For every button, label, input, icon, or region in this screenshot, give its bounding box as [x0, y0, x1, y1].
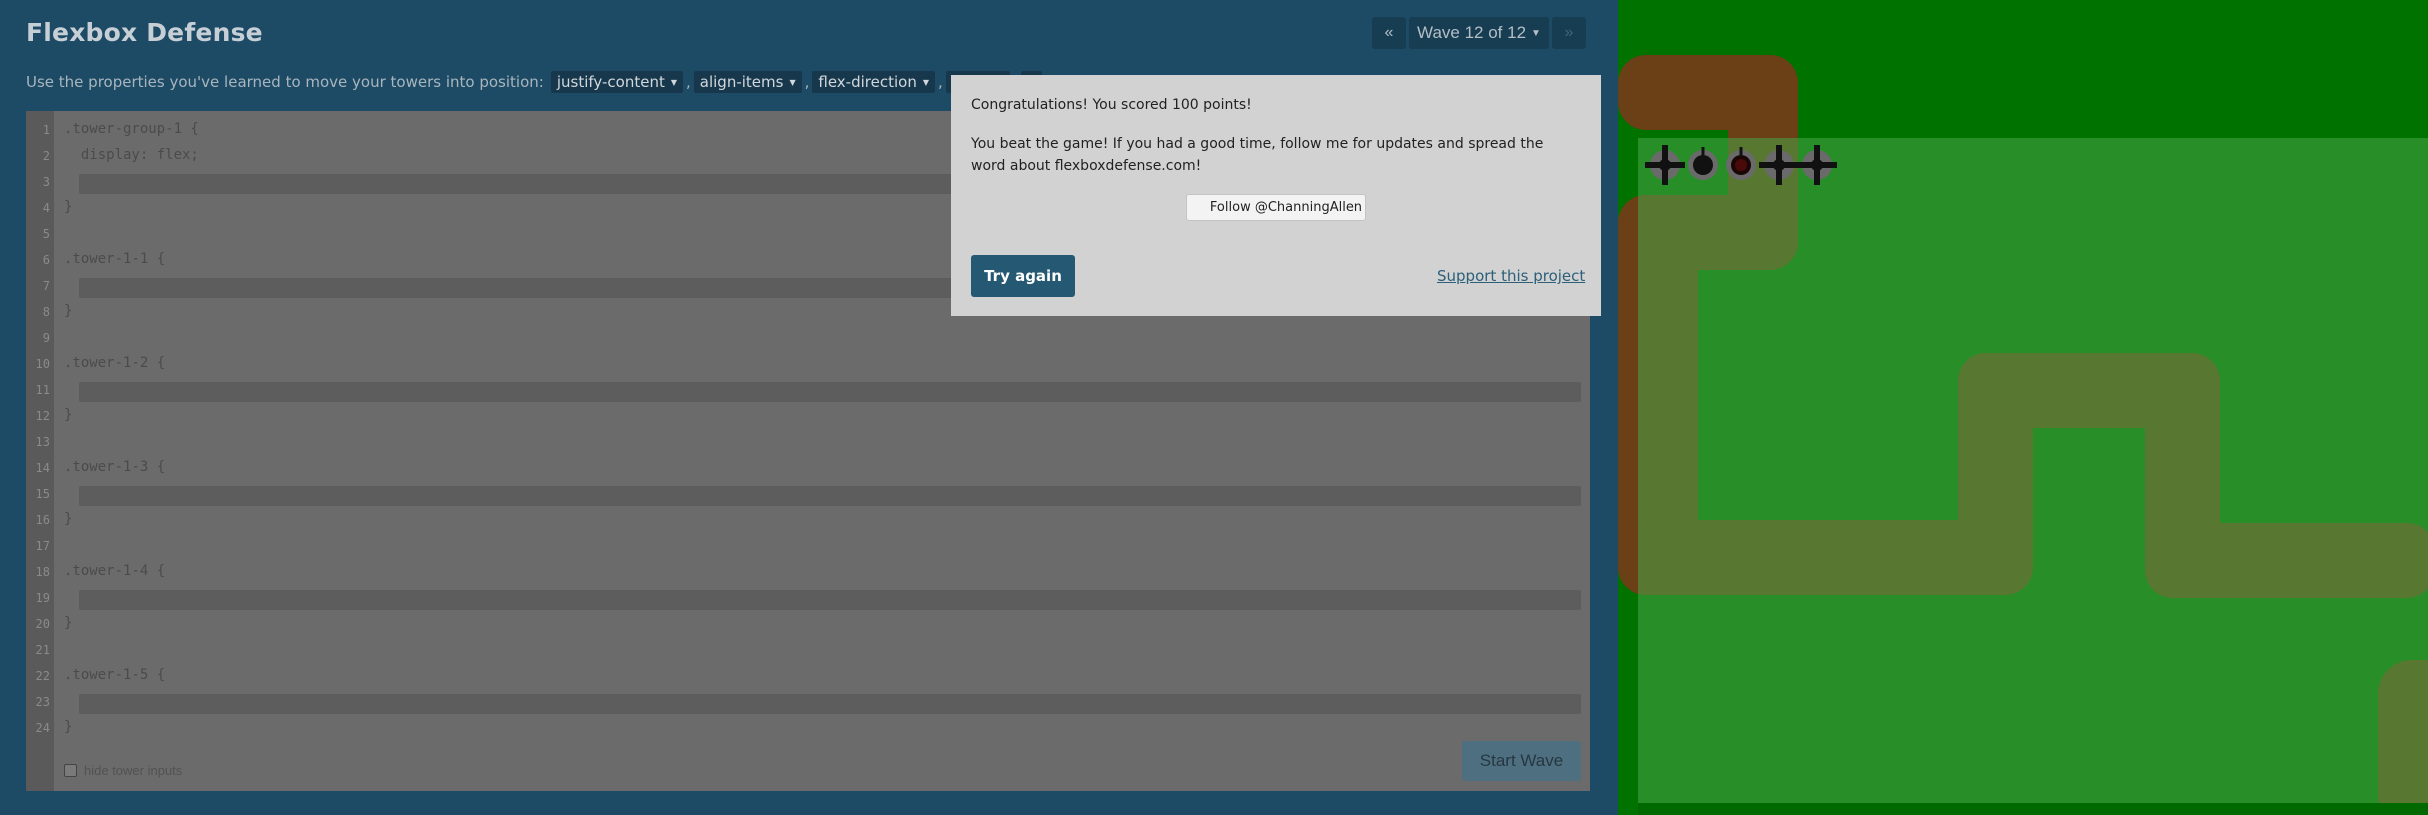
code-line: .tower-1-5 { [64, 667, 166, 683]
tower-1-3-input[interactable] [79, 486, 1581, 506]
line-number: 20 [35, 617, 50, 631]
board-graphics [1618, 55, 2428, 815]
wave-select-label: Wave 12 of 12 [1417, 23, 1527, 42]
board-bottom-strip [1638, 803, 2428, 815]
wave-select[interactable]: Wave 12 of 12 ▼ [1409, 17, 1549, 49]
instructions: Use the properties you've learned to mov… [26, 71, 1045, 93]
bomb-highlight [1735, 159, 1747, 171]
hide-tower-inputs-toggle[interactable]: hide tower inputs [64, 763, 182, 778]
line-number: 2 [42, 149, 50, 163]
line-number: 1 [42, 123, 50, 137]
property-chip-label: justify-content [556, 73, 665, 91]
completion-message: You beat the game! If you had a good tim… [971, 136, 1544, 174]
property-chip-label: align-items [699, 73, 784, 91]
line-number: 6 [42, 253, 50, 267]
property-chip-flex-direction[interactable]: flex-direction ▼ [812, 71, 935, 93]
property-chip-label: flex-direction [818, 73, 917, 91]
tower-1-4-input[interactable] [79, 590, 1581, 610]
code-line: } [64, 407, 73, 423]
line-number: 18 [35, 565, 50, 579]
code-line: display: flex; [64, 147, 199, 163]
line-number: 7 [42, 279, 50, 293]
code-line: } [64, 615, 73, 631]
line-number: 16 [35, 513, 50, 527]
bomb-body [1693, 155, 1713, 175]
tower-zone [1638, 138, 2428, 803]
tower-core [1811, 159, 1823, 171]
line-number: 17 [35, 539, 50, 553]
score-message: Congratulations! You scored 100 points! [971, 97, 1252, 113]
try-again-button[interactable]: Try again [971, 255, 1075, 297]
line-number: 23 [35, 695, 50, 709]
line-number: 11 [35, 383, 50, 397]
separator: , [937, 73, 943, 91]
wave-navigation: « Wave 12 of 12 ▼ » [1372, 17, 1586, 49]
instructions-text: Use the properties you've learned to mov… [26, 73, 544, 91]
line-number: 21 [35, 643, 50, 657]
checkbox[interactable] [64, 764, 77, 777]
code-line: } [64, 511, 73, 527]
code-line: } [64, 199, 73, 215]
game-complete-modal: Congratulations! You scored 100 points! … [951, 75, 1601, 316]
line-number: 5 [42, 227, 50, 241]
caret-down-icon: ▼ [1531, 27, 1541, 39]
code-line: .tower-1-4 { [64, 563, 166, 579]
code-line: } [64, 303, 73, 319]
code-line: .tower-1-2 { [64, 355, 166, 371]
line-number: 19 [35, 591, 50, 605]
tower-1-2-input[interactable] [79, 382, 1581, 402]
previous-wave-button[interactable]: « [1372, 17, 1406, 49]
line-number: 12 [35, 409, 50, 423]
line-number: 3 [42, 175, 50, 189]
caret-down-icon: ▼ [789, 77, 796, 87]
line-number: 15 [35, 487, 50, 501]
line-number: 9 [42, 331, 50, 345]
caret-down-icon: ▼ [922, 77, 929, 87]
line-number: 14 [35, 461, 50, 475]
follow-button[interactable]: Follow @ChanningAllen [1186, 194, 1366, 221]
bomb-fuse [1701, 147, 1705, 156]
tower-1-5-input[interactable] [79, 694, 1581, 714]
start-wave-button[interactable]: Start Wave [1462, 741, 1581, 781]
app-title: Flexbox Defense [26, 18, 263, 47]
game-board [1618, 0, 2428, 815]
code-line: } [64, 719, 73, 735]
code-line: .tower-1-3 { [64, 459, 166, 475]
line-number-gutter: 1 2 3 4 5 6 7 8 9 10 11 12 13 14 15 16 1… [26, 111, 54, 791]
follow-label: Follow @ChanningAllen [1209, 200, 1363, 215]
twitter-icon [1190, 202, 1202, 214]
property-chip-align-items[interactable]: align-items ▼ [693, 71, 802, 93]
caret-down-icon: ▼ [670, 77, 677, 87]
line-number: 4 [42, 201, 50, 215]
support-project-link[interactable]: Support this project [1437, 267, 1585, 285]
line-number: 22 [35, 669, 50, 683]
separator: , [686, 73, 691, 91]
tower-core [1659, 159, 1671, 171]
line-number: 13 [35, 435, 50, 449]
hide-tower-inputs-label: hide tower inputs [84, 763, 183, 778]
line-number: 10 [35, 357, 50, 371]
separator: , [804, 73, 810, 91]
code-line: .tower-1-1 { [64, 251, 166, 267]
line-number: 8 [42, 305, 50, 319]
property-chip-justify-content[interactable]: justify-content ▼ [550, 71, 683, 93]
tower-core [1773, 159, 1785, 171]
bomb-fuse [1739, 147, 1743, 156]
code-line: .tower-group-1 { [64, 121, 199, 137]
next-wave-button[interactable]: » [1552, 17, 1586, 49]
line-number: 24 [35, 721, 50, 735]
